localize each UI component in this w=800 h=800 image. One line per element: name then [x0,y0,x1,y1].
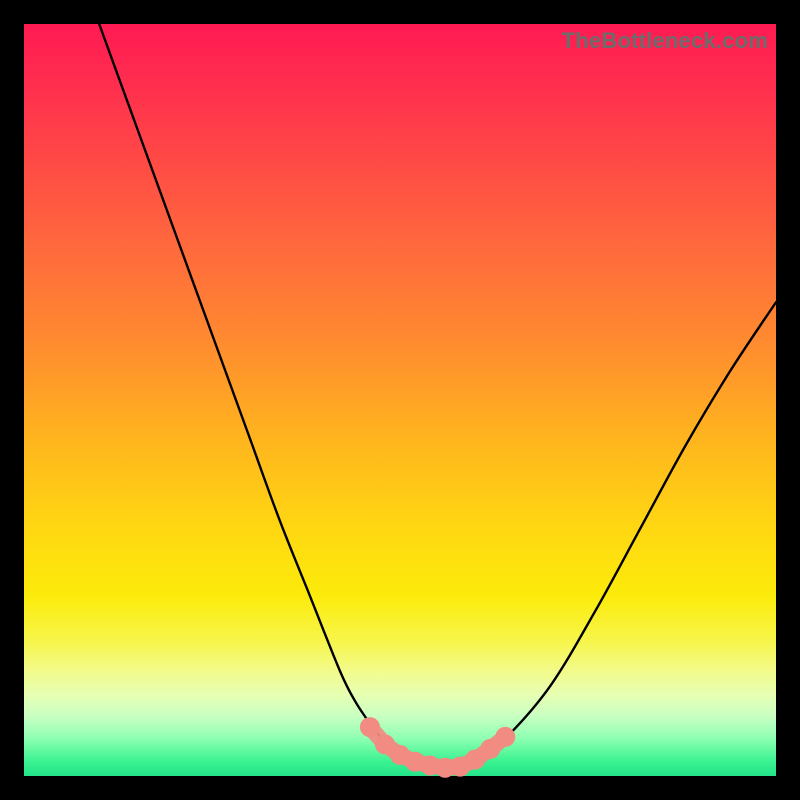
marker-dot [495,727,515,747]
marker-dot [360,717,380,737]
curve-layer [24,24,776,776]
optimal-range-markers [360,717,515,778]
bottleneck-curve [99,24,776,768]
chart-frame: TheBottleneck.com [0,0,800,800]
plot-area: TheBottleneck.com [24,24,776,776]
